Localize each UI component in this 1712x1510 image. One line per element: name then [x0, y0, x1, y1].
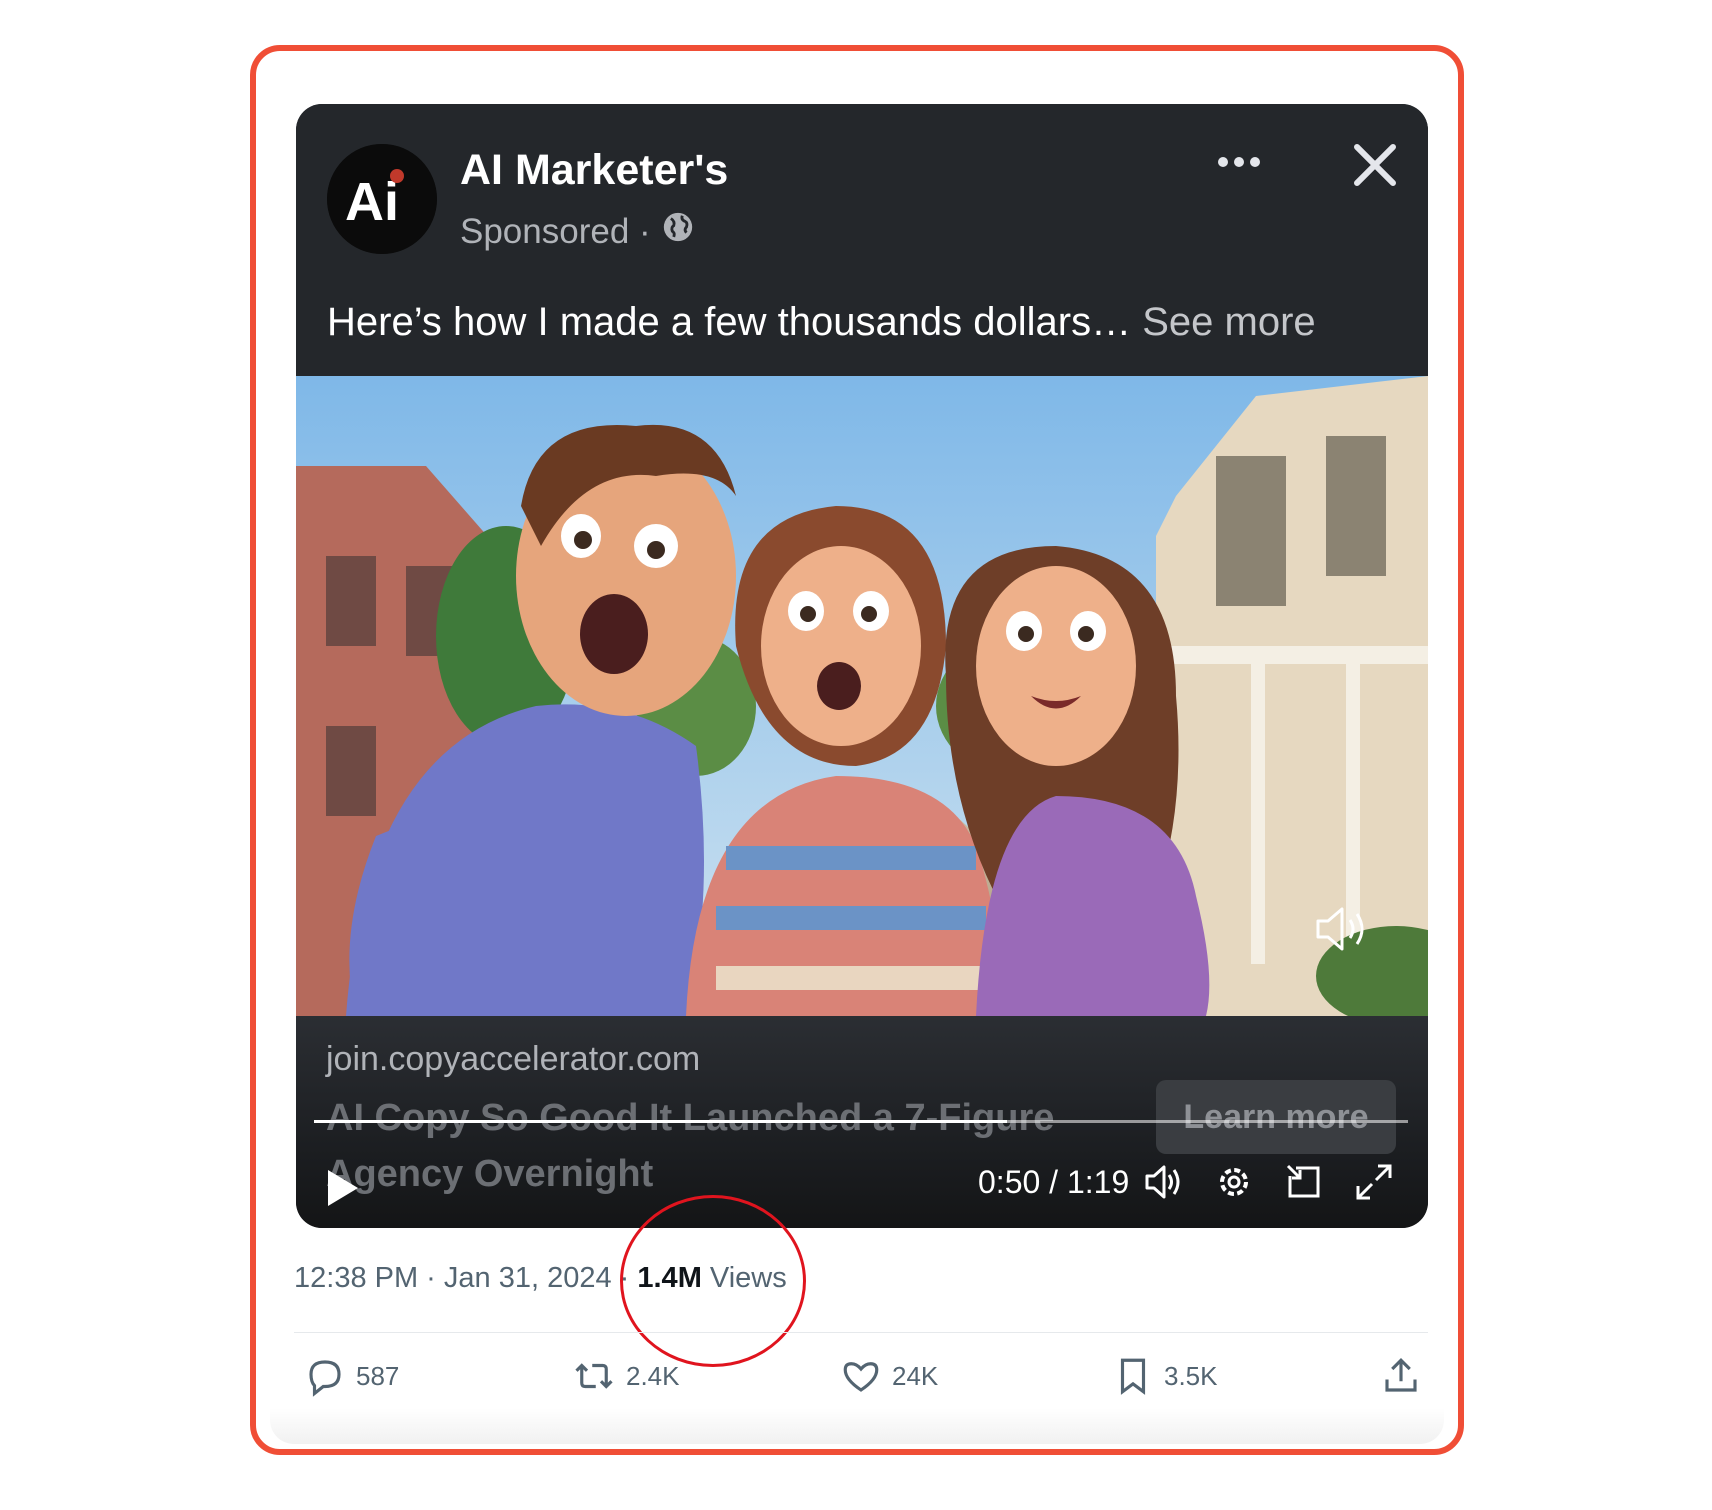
- like-button[interactable]: 24K: [840, 1355, 938, 1397]
- see-more-link[interactable]: See more: [1142, 300, 1315, 344]
- bookmark-button[interactable]: 3.5K: [1112, 1355, 1218, 1397]
- ad-caption: Here’s how I made a few thousands dollar…: [327, 300, 1316, 345]
- play-icon[interactable]: [326, 1168, 360, 1213]
- reply-count: 587: [356, 1360, 400, 1391]
- tweet-action-bar: 587 2.4K 24K 3.5K: [294, 1355, 1428, 1415]
- settings-gear-icon[interactable]: [1214, 1162, 1254, 1207]
- video-controls: 0:50 / 1:19: [296, 1154, 1428, 1224]
- card-bottom-fade: [270, 1408, 1444, 1444]
- advertiser-avatar[interactable]: Ai: [327, 144, 437, 254]
- picture-in-picture-icon[interactable]: [1284, 1162, 1324, 1207]
- link-domain[interactable]: join.copyaccelerator.com: [326, 1040, 700, 1079]
- share-button[interactable]: [1380, 1355, 1422, 1397]
- avatar-logo-text: Ai: [345, 172, 399, 232]
- heart-icon: [843, 1362, 879, 1392]
- ad-header: Ai AI Marketer's Sponsored · Here’s how …: [296, 104, 1428, 376]
- video-time: 0:50 / 1:19: [978, 1164, 1130, 1200]
- like-count: 24K: [892, 1360, 939, 1391]
- unmute-overlay-icon[interactable]: [1314, 904, 1374, 959]
- reply-icon: [309, 1360, 341, 1397]
- advertiser-name[interactable]: AI Marketer's: [460, 146, 728, 195]
- repost-count: 2.4K: [626, 1360, 680, 1391]
- video-progress-fill: [314, 1120, 1007, 1123]
- repost-button[interactable]: 2.4K: [572, 1355, 680, 1397]
- close-icon[interactable]: [1352, 142, 1398, 193]
- volume-icon[interactable]: [1144, 1162, 1184, 1207]
- views-highlight-circle: [620, 1195, 806, 1367]
- bookmark-count: 3.5K: [1164, 1360, 1218, 1391]
- video-frame[interactable]: [296, 376, 1428, 1026]
- divider: [294, 1332, 1428, 1333]
- tweet-timestamp[interactable]: 12:38 PM · Jan 31, 2024 ·: [294, 1262, 629, 1294]
- embedded-video-card[interactable]: Ai AI Marketer's Sponsored · Here’s how …: [296, 104, 1428, 1228]
- share-icon: [1385, 1358, 1417, 1392]
- video-still-image: [296, 376, 1428, 1026]
- reply-button[interactable]: 587: [304, 1355, 399, 1397]
- sponsored-label: Sponsored ·: [460, 211, 651, 251]
- video-progress-bar[interactable]: [314, 1120, 1408, 1123]
- more-options-icon[interactable]: [1216, 154, 1262, 175]
- learn-more-button[interactable]: Learn more: [1156, 1080, 1396, 1154]
- repost-icon: [575, 1363, 613, 1389]
- bookmark-icon: [1120, 1358, 1146, 1395]
- sponsored-row: Sponsored ·: [460, 210, 695, 253]
- fullscreen-icon[interactable]: [1354, 1162, 1394, 1207]
- caption-text: Here’s how I made a few thousands dollar…: [327, 300, 1132, 344]
- globe-icon: [661, 210, 695, 253]
